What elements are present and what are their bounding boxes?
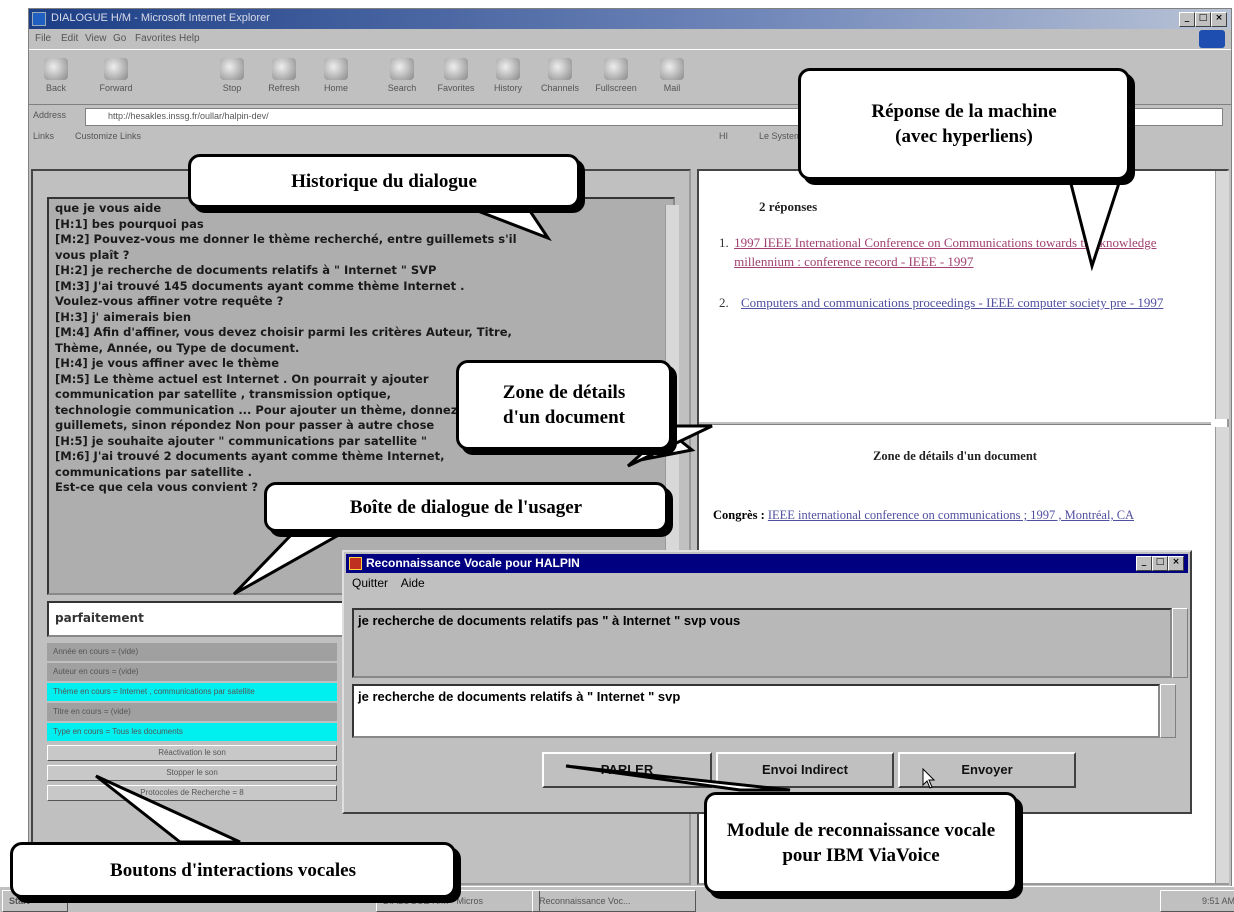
callout-boutons-vocaux: Boutons d'interactions vocales (10, 842, 456, 898)
tail-reponse (1068, 178, 1123, 272)
callout-historique: Historique du dialogue (188, 154, 580, 208)
tail-boite (232, 530, 350, 596)
callout-module-vocal: Module de reconnaissance vocale pour IBM… (704, 792, 1018, 894)
callout-reponse: Réponse de la machine (avec hyperliens) (798, 68, 1130, 180)
tail-historique (469, 206, 552, 242)
callout-zone-details: Zone de détails d'un document (456, 360, 672, 450)
callout-boite-dialogue: Boîte de dialogue de l'usager (264, 482, 668, 532)
tail-module (565, 764, 791, 792)
tail-boutons (95, 774, 241, 844)
